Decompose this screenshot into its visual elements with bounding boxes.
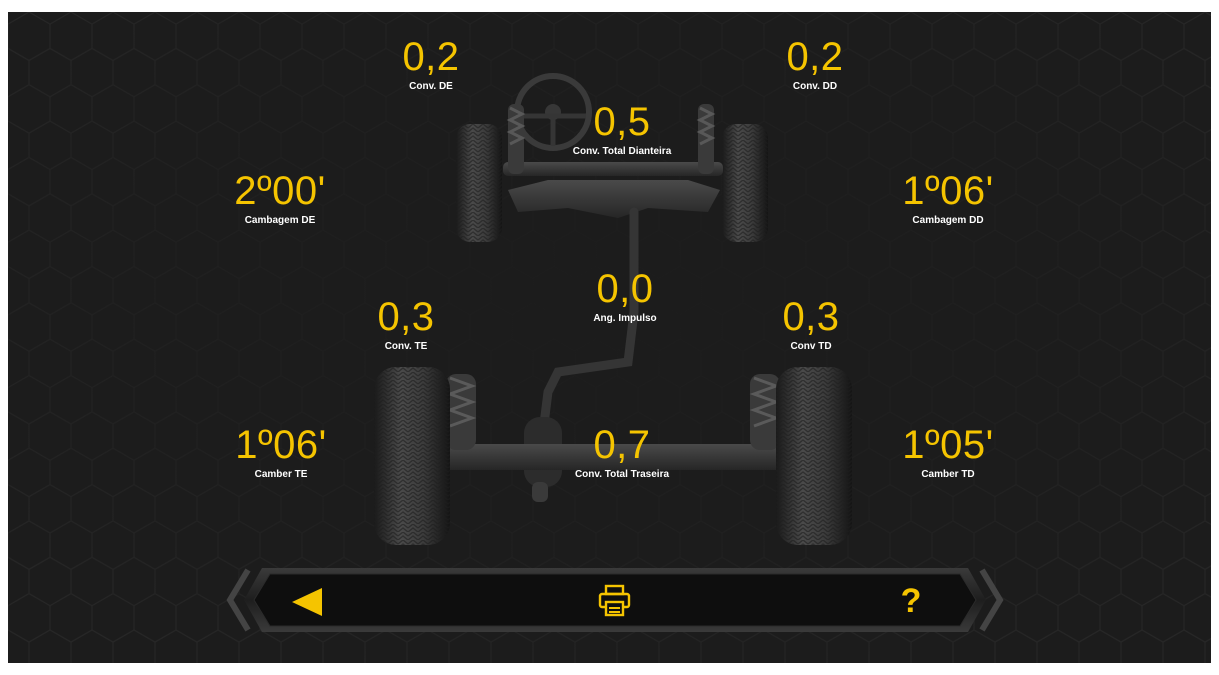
print-button[interactable] — [595, 583, 635, 619]
reading-camber-td: 1º05' Camber TD — [828, 424, 1068, 482]
reading-conv-te: 0,3 Conv. TE — [286, 296, 526, 354]
cambagem-dd-label: Cambagem DD — [912, 215, 984, 226]
reading-conv-total-dianteira: 0,5 Conv. Total Dianteira — [502, 101, 742, 159]
printer-icon — [598, 584, 631, 617]
conv-td-label: Conv TD — [790, 341, 832, 352]
cambagem-de-label: Cambagem DE — [244, 215, 316, 226]
back-button[interactable] — [286, 584, 330, 620]
cambagem-dd-value: 1º06' — [902, 169, 994, 213]
conv-de-label: Conv. DE — [409, 81, 453, 92]
reading-cambagem-dd: 1º06' Cambagem DD — [828, 170, 1068, 228]
conv-te-value: 0,3 — [377, 295, 435, 339]
reading-conv-dd: 0,2 Conv. DD — [695, 36, 935, 94]
reading-conv-de: 0,2 Conv. DE — [311, 36, 551, 94]
conv-total-dianteira-value: 0,5 — [593, 100, 651, 144]
conv-dd-label: Conv. DD — [792, 81, 838, 92]
alignment-screen: 0,2 Conv. DE 0,2 Conv. DD 0,5 Conv. Tota… — [8, 12, 1211, 663]
camber-td-value: 1º05' — [902, 423, 994, 467]
back-triangle-icon — [292, 588, 322, 616]
conv-total-dianteira-label: Conv. Total Dianteira — [572, 146, 672, 157]
help-label: ? — [900, 582, 922, 620]
camber-te-value: 1º06' — [235, 423, 327, 467]
reading-conv-total-traseira: 0,7 Conv. Total Traseira — [502, 424, 742, 482]
conv-total-traseira-label: Conv. Total Traseira — [574, 469, 670, 480]
conv-te-label: Conv. TE — [384, 341, 428, 352]
help-button[interactable]: ? — [891, 581, 931, 621]
cambagem-de-value: 2º00' — [234, 169, 326, 213]
conv-de-value: 0,2 — [402, 35, 460, 79]
conv-total-traseira-value: 0,7 — [593, 423, 651, 467]
camber-td-label: Camber TD — [921, 469, 975, 480]
camber-te-label: Camber TE — [254, 469, 308, 480]
reading-camber-te: 1º06' Camber TE — [161, 424, 401, 482]
reading-cambagem-de: 2º00' Cambagem DE — [160, 170, 400, 228]
reading-conv-td: 0,3 Conv TD — [691, 296, 931, 354]
conv-dd-value: 0,2 — [786, 35, 844, 79]
front-left-tire — [456, 124, 502, 242]
conv-td-value: 0,3 — [782, 295, 840, 339]
